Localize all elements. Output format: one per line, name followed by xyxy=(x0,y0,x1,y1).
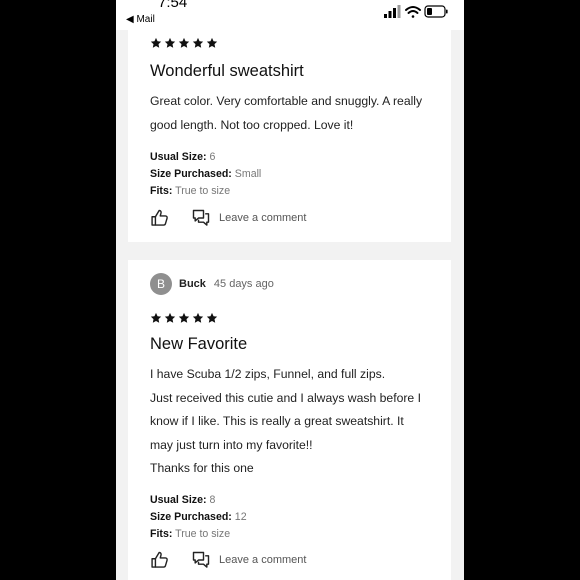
review-time: 45 days ago xyxy=(213,278,274,290)
fits-value: True to size xyxy=(175,528,231,540)
review-actions: Leave a comment xyxy=(150,208,306,228)
wifi-icon xyxy=(405,6,421,18)
usual-size-value: 6 xyxy=(209,151,216,163)
fit-details: Usual Size: 6 Size Purchased: Small Fits… xyxy=(150,149,261,200)
size-purchased-row: Size Purchased: 12 xyxy=(150,509,247,526)
star-rating xyxy=(150,312,218,324)
leave-comment-button[interactable]: Leave a comment xyxy=(191,208,306,228)
review-body-line: good length. Not too cropped. Love it! xyxy=(150,117,354,132)
phone-screen: 7:54 ◀ Mail Wonderful sweatshirt Great c… xyxy=(116,0,464,580)
review-actions: Leave a comment xyxy=(150,550,306,570)
reviewer-info: B Buck 45 days ago xyxy=(150,273,274,295)
star-icon xyxy=(150,312,162,323)
star-rating xyxy=(150,37,218,49)
star-icon xyxy=(192,37,204,48)
size-purchased-value: Small xyxy=(234,168,262,180)
fits-row: Fits: True to size xyxy=(150,526,247,543)
review-body-line: Great color. Very comfortable and snuggl… xyxy=(150,94,423,108)
status-icons xyxy=(384,4,448,20)
fits-value: True to size xyxy=(175,185,231,197)
fits-label: Fits: xyxy=(150,528,173,540)
size-purchased-value: 12 xyxy=(234,511,247,523)
fit-details: Usual Size: 8 Size Purchased: 12 Fits: T… xyxy=(150,492,247,543)
star-icon xyxy=(206,37,218,48)
star-icon xyxy=(178,37,190,48)
fits-label: Fits: xyxy=(150,185,173,197)
size-purchased-label: Size Purchased: xyxy=(150,511,232,523)
usual-size-row: Usual Size: 6 xyxy=(150,149,261,166)
usual-size-value: 8 xyxy=(209,494,216,506)
comment-icon xyxy=(192,209,210,226)
review-body-line: know if I like. This is really a great s… xyxy=(150,414,404,428)
review-card: B Buck 45 days ago New Favorite I have S… xyxy=(128,260,451,580)
star-icon xyxy=(150,37,162,48)
usual-size-label: Usual Size: xyxy=(150,151,207,163)
avatar: B xyxy=(150,273,172,295)
review-title: New Favorite xyxy=(150,335,248,353)
star-icon xyxy=(164,312,176,323)
status-time: 7:54 xyxy=(158,0,188,11)
leave-comment-label: Leave a comment xyxy=(219,212,307,224)
review-title: Wonderful sweatshirt xyxy=(150,62,304,80)
star-icon xyxy=(206,312,218,323)
review-body-line: Thanks for this one xyxy=(150,461,254,475)
size-purchased-label: Size Purchased: xyxy=(150,168,232,180)
size-purchased-row: Size Purchased: Small xyxy=(150,166,261,183)
review-body: Great color. Very comfortable and snuggl… xyxy=(150,90,440,137)
signal-icon xyxy=(384,5,401,18)
review-card: Wonderful sweatshirt Great color. Very c… xyxy=(128,24,451,242)
review-body-line: I have Scuba 1/2 zips, Funnel, and full … xyxy=(150,367,386,381)
usual-size-label: Usual Size: xyxy=(150,494,207,506)
star-icon xyxy=(178,312,190,323)
star-icon xyxy=(164,37,176,48)
review-body: I have Scuba 1/2 zips, Funnel, and full … xyxy=(150,363,440,481)
star-icon xyxy=(192,312,204,323)
review-body-line: Just received this cutie and I always wa… xyxy=(150,390,421,405)
leave-comment-label: Leave a comment xyxy=(219,554,307,566)
comment-icon xyxy=(192,551,210,568)
thumbs-up-icon[interactable] xyxy=(150,550,170,570)
review-body-line: may just turn into my favorite!! xyxy=(150,437,313,452)
reviewer-name[interactable]: Buck xyxy=(179,278,206,290)
thumbs-up-icon[interactable] xyxy=(150,208,170,228)
usual-size-row: Usual Size: 8 xyxy=(150,492,247,509)
fits-row: Fits: True to size xyxy=(150,183,261,200)
battery-icon xyxy=(424,5,448,18)
leave-comment-button[interactable]: Leave a comment xyxy=(191,550,306,570)
